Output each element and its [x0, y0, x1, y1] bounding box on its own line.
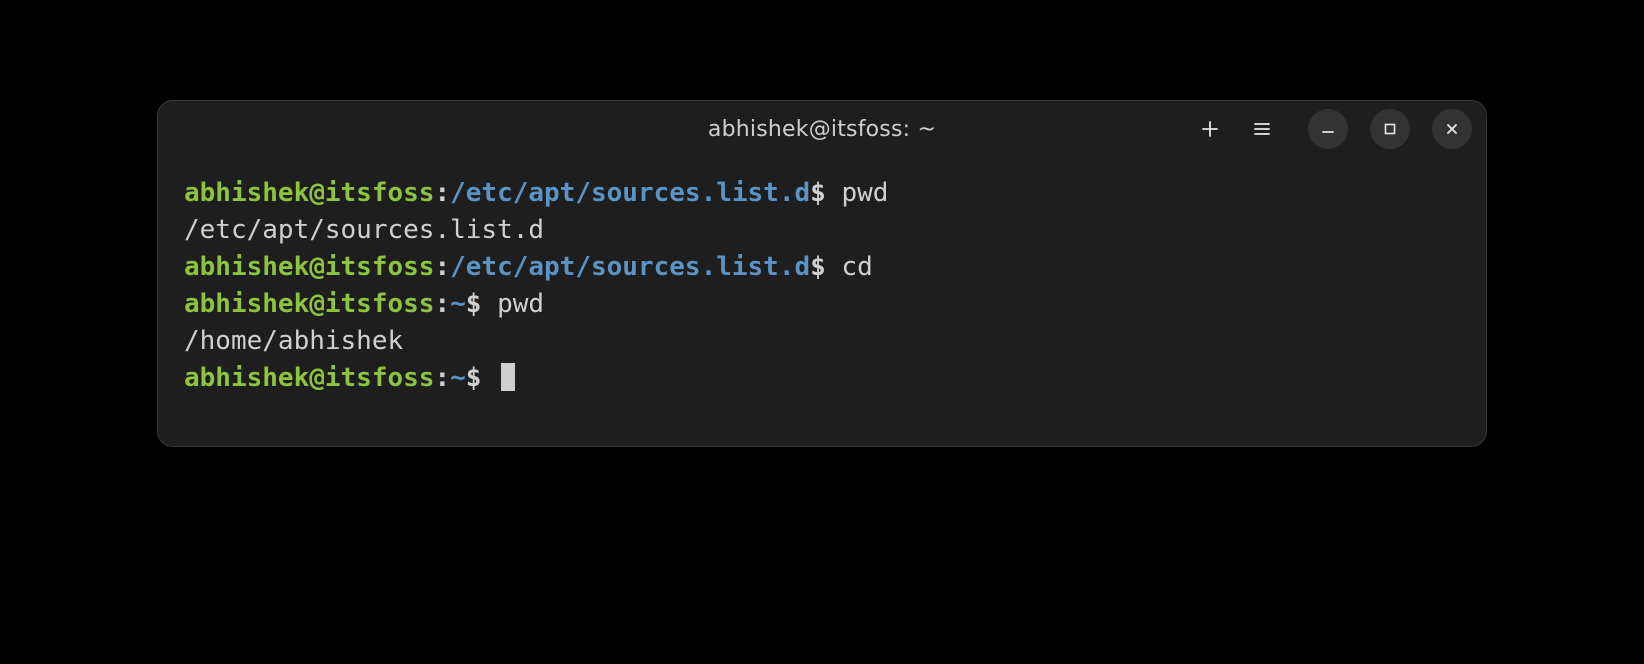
- prompt-colon: :: [434, 289, 450, 319]
- output-text: /home/abhishek: [184, 326, 403, 356]
- maximize-icon: [1382, 121, 1398, 137]
- prompt-colon: :: [434, 252, 450, 282]
- close-button[interactable]: [1432, 109, 1472, 149]
- minimize-icon: [1320, 121, 1336, 137]
- prompt-cwd: /etc/apt/sources.list.d: [450, 178, 810, 208]
- terminal-line: /etc/apt/sources.list.d: [184, 212, 1460, 249]
- hamburger-icon: [1252, 119, 1272, 139]
- prompt-command: pwd: [497, 289, 544, 319]
- minimize-button[interactable]: [1308, 109, 1348, 149]
- prompt-dollar: $: [466, 363, 497, 393]
- terminal-line: /home/abhishek: [184, 323, 1460, 360]
- prompt-cwd: ~: [450, 289, 466, 319]
- prompt-command: pwd: [841, 178, 888, 208]
- prompt-dollar: $: [810, 178, 841, 208]
- terminal-line: abhishek@itsfoss:~$ pwd: [184, 286, 1460, 323]
- titlebar-actions: [1196, 109, 1472, 149]
- prompt-colon: :: [434, 363, 450, 393]
- terminal-output[interactable]: abhishek@itsfoss:/etc/apt/sources.list.d…: [158, 157, 1486, 446]
- maximize-button[interactable]: [1370, 109, 1410, 149]
- window-titlebar: abhishek@itsfoss: ~: [158, 101, 1486, 157]
- prompt-user-host: abhishek@itsfoss: [184, 252, 434, 282]
- prompt-dollar: $: [466, 289, 497, 319]
- prompt-user-host: abhishek@itsfoss: [184, 178, 434, 208]
- prompt-cwd: /etc/apt/sources.list.d: [450, 252, 810, 282]
- plus-icon: [1200, 119, 1220, 139]
- terminal-line: abhishek@itsfoss:/etc/apt/sources.list.d…: [184, 249, 1460, 286]
- menu-button[interactable]: [1248, 115, 1276, 143]
- terminal-window: abhishek@itsfoss: ~: [157, 100, 1487, 447]
- prompt-colon: :: [434, 178, 450, 208]
- terminal-line: abhishek@itsfoss:~$: [184, 360, 1460, 397]
- prompt-cwd: ~: [450, 363, 466, 393]
- window-title: abhishek@itsfoss: ~: [708, 117, 936, 142]
- prompt-command: cd: [841, 252, 872, 282]
- new-tab-button[interactable]: [1196, 115, 1224, 143]
- output-text: /etc/apt/sources.list.d: [184, 215, 544, 245]
- close-icon: [1444, 121, 1460, 137]
- cursor: [501, 363, 515, 391]
- terminal-line: abhishek@itsfoss:/etc/apt/sources.list.d…: [184, 175, 1460, 212]
- prompt-user-host: abhishek@itsfoss: [184, 363, 434, 393]
- prompt-user-host: abhishek@itsfoss: [184, 289, 434, 319]
- prompt-dollar: $: [810, 252, 841, 282]
- window-controls: [1308, 109, 1472, 149]
